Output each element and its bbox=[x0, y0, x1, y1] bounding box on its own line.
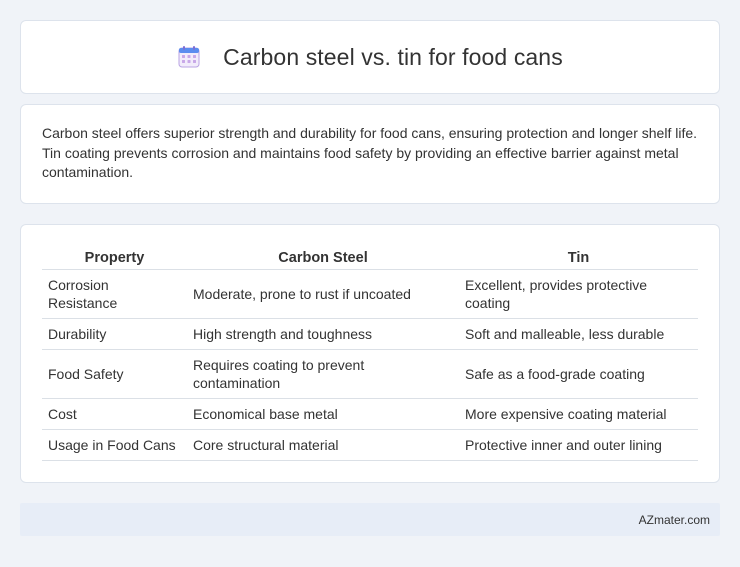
cell-property: Durability bbox=[42, 318, 187, 350]
comparison-table-card: Property Carbon Steel Tin Corrosion Resi… bbox=[20, 224, 720, 483]
cell-tin: More expensive coating material bbox=[459, 398, 698, 430]
table-row: Food Safety Requires coating to prevent … bbox=[42, 349, 698, 399]
footer-brand[interactable]: AZmater.com bbox=[639, 513, 710, 527]
cell-tin: Soft and malleable, less durable bbox=[459, 318, 698, 350]
title-wrap: Carbon steel vs. tin for food cans bbox=[177, 44, 563, 71]
cell-carbon-steel: Core structural material bbox=[187, 429, 459, 461]
cell-property: Food Safety bbox=[42, 349, 187, 399]
header-carbon-steel: Carbon Steel bbox=[187, 245, 459, 270]
cell-carbon-steel: Requires coating to prevent contaminatio… bbox=[187, 349, 459, 399]
header-card: Carbon steel vs. tin for food cans bbox=[20, 20, 720, 94]
cell-property: Usage in Food Cans bbox=[42, 429, 187, 461]
comparison-table: Property Carbon Steel Tin Corrosion Resi… bbox=[42, 245, 698, 461]
table-row: Durability High strength and toughness S… bbox=[42, 318, 698, 350]
cell-property: Corrosion Resistance bbox=[42, 269, 187, 319]
page-title: Carbon steel vs. tin for food cans bbox=[223, 43, 563, 70]
description-text: Carbon steel offers superior strength an… bbox=[42, 125, 698, 180]
table-row: Corrosion Resistance Moderate, prone to … bbox=[42, 269, 698, 319]
table-row: Cost Economical base metal More expensiv… bbox=[42, 398, 698, 430]
table-header-row: Property Carbon Steel Tin bbox=[42, 245, 698, 270]
cell-tin: Safe as a food-grade coating bbox=[459, 349, 698, 399]
footer-bar: AZmater.com bbox=[20, 503, 720, 536]
header-tin: Tin bbox=[459, 245, 698, 270]
cell-tin: Protective inner and outer lining bbox=[459, 429, 698, 461]
cell-tin: Excellent, provides protective coating bbox=[459, 269, 698, 319]
cell-carbon-steel: Economical base metal bbox=[187, 398, 459, 430]
header-property: Property bbox=[42, 245, 187, 270]
table-row: Usage in Food Cans Core structural mater… bbox=[42, 429, 698, 461]
cell-carbon-steel: Moderate, prone to rust if uncoated bbox=[187, 269, 459, 319]
cell-carbon-steel: High strength and toughness bbox=[187, 318, 459, 350]
description-card: Carbon steel offers superior strength an… bbox=[20, 104, 720, 204]
calendar-icon bbox=[177, 45, 201, 69]
cell-property: Cost bbox=[42, 398, 187, 430]
